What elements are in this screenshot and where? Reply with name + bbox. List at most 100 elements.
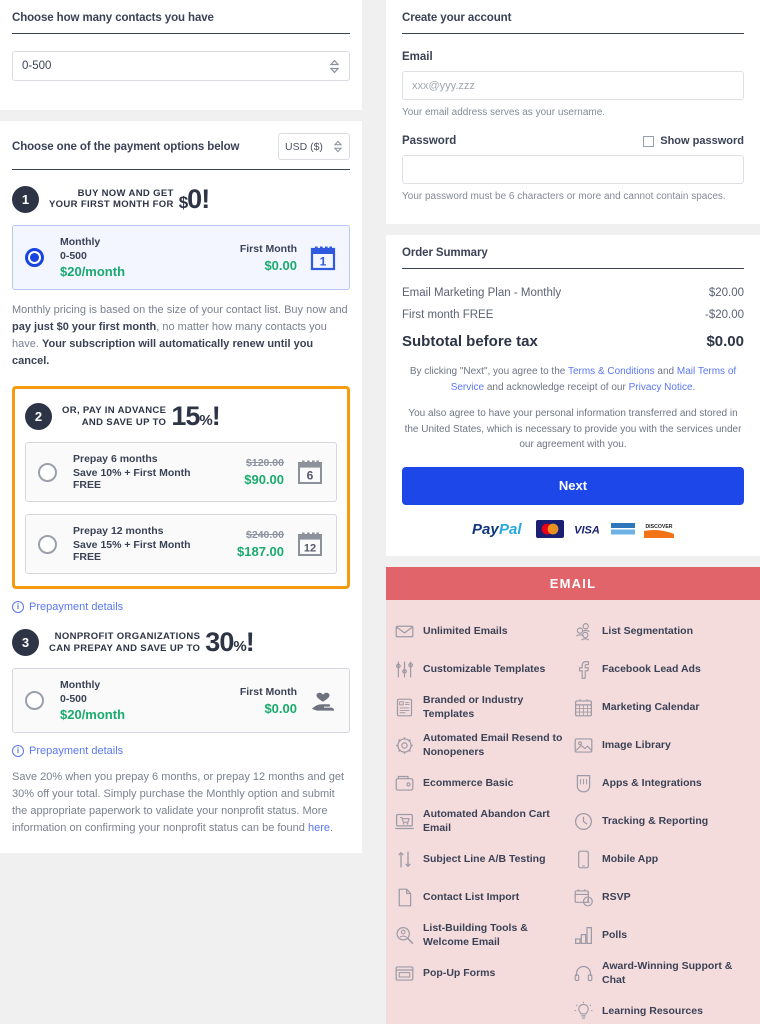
feature-label: Polls <box>602 928 628 941</box>
calendar-12-icon: 12 <box>296 530 324 558</box>
plan-row-monthly[interactable]: Monthly 0-500 $20/month First Month $0.0… <box>12 225 350 290</box>
plan-nonprofit-right: First Month $0.00 <box>231 686 297 716</box>
option-3-bang: ! <box>245 626 255 657</box>
plan-nonprofit-title: Monthly <box>60 679 101 692</box>
show-password-label: Show password <box>660 135 744 147</box>
feature-label: Facebook Lead Ads <box>602 662 701 675</box>
option-1-note-part1: Monthly pricing is based on the size of … <box>12 304 348 316</box>
feature-label: Automated Abandon Cart Email <box>423 808 550 834</box>
option-3-note-end: . <box>329 822 334 835</box>
plan-prepay-6-details: Prepay 6 months Save 10% + First Month F… <box>73 453 218 491</box>
plan-row-nonprofit-monthly[interactable]: Monthly 0-500 $20/month First Month $0.0… <box>12 668 350 734</box>
nonprofit-here-link[interactable]: here <box>308 822 330 834</box>
calendar-grid-icon <box>573 697 594 718</box>
envelope-icon <box>394 621 415 642</box>
option-2-header: 2 OR, PAY IN ADVANCE AND SAVE UP TO 15%! <box>25 403 337 431</box>
plan-prepay-6-now: $90.00 <box>244 472 284 488</box>
plan-radio-prepay-12[interactable] <box>38 534 57 554</box>
svg-text:6: 6 <box>307 469 314 483</box>
prepayment-details-link-2[interactable]: i Prepayment details <box>12 745 350 758</box>
plan-prepay-12-details: Prepay 12 months Save 15% + First Month … <box>73 525 218 563</box>
order-summary-panel: Order Summary Email Marketing Plan - Mon… <box>386 235 760 556</box>
option-1-line1: BUY NOW AND GET <box>77 187 174 199</box>
show-password-checkbox[interactable] <box>643 135 655 147</box>
feature-label: Unlimited Emails <box>423 624 508 637</box>
show-password-toggle[interactable]: Show password <box>643 135 744 147</box>
order-subtotal-amount: $0.00 <box>706 333 744 350</box>
headset-icon <box>573 963 594 984</box>
plan-row-prepay-12[interactable]: Prepay 12 months Save 15% + First Month … <box>25 514 337 575</box>
plan-monthly-first-month-amount: $0.00 <box>264 257 297 273</box>
lightbulb-icon <box>573 1001 594 1022</box>
gear-icon <box>394 735 415 756</box>
option-1-lines: BUY NOW AND GET YOUR FIRST MONTH FOR <box>49 188 174 212</box>
privacy-notice-link[interactable]: Privacy Notice <box>629 382 693 393</box>
plan-radio-monthly[interactable] <box>25 248 44 267</box>
ab-arrows-icon <box>394 849 415 870</box>
plan-monthly-price: $20/month <box>60 264 126 279</box>
email-field[interactable] <box>402 71 744 100</box>
order-line-amount: -$20.00 <box>704 309 744 321</box>
visa-logo: VISA <box>572 520 602 537</box>
feature-label: Pop-Up Forms <box>423 966 496 979</box>
plan-monthly-right: First Month $0.00 <box>231 243 297 273</box>
plan-prepay-12-title: Prepay 12 months <box>73 525 164 538</box>
magnifier-person-icon <box>394 925 415 946</box>
feature-label: List-Building Tools & Welcome Email <box>423 922 528 948</box>
chevron-updown-icon <box>333 140 343 153</box>
payment-options-panel: Choose one of the payment options below … <box>0 121 362 854</box>
feature-item: Learning Resources <box>573 993 752 1024</box>
popup-form-icon <box>394 963 415 984</box>
next-button[interactable]: Next <box>402 466 744 505</box>
create-account-panel: Create your account Email Your email add… <box>386 0 760 224</box>
contacts-panel: Choose how many contacts you have 0-500 <box>0 0 362 110</box>
currency-select[interactable]: USD ($) <box>278 133 350 160</box>
terms-conditions-link[interactable]: Terms & Conditions <box>568 366 655 377</box>
plan-radio-nonprofit[interactable] <box>25 691 44 711</box>
order-line-item: Email Marketing Plan - Monthly $20.00 <box>402 287 744 299</box>
mastercard-logo <box>536 519 564 538</box>
option-3-line1: NONPROFIT ORGANIZATIONS <box>54 630 201 642</box>
option-1-note-bold2: Your subscription will automatically ren… <box>12 338 314 368</box>
feature-label: Automated Email Resend to Nonopeners <box>423 732 563 758</box>
prepayment-details-link-1[interactable]: i Prepayment details <box>12 601 350 614</box>
option-3-header: 3 NONPROFIT ORGANIZATIONS CAN PREPAY AND… <box>12 626 350 657</box>
prepayment-details-label-1: Prepayment details <box>29 601 124 614</box>
feature-label: Contact List Import <box>423 890 520 903</box>
feature-item: Pop-Up Forms <box>394 955 573 993</box>
plan-prepay-6-subtitle: Save 10% + First Month FREE <box>73 467 191 492</box>
password-field[interactable] <box>402 155 744 184</box>
feature-label: Branded or Industry Templates <box>423 694 524 720</box>
option-1-title: BUY NOW AND GET YOUR FIRST MONTH FOR $0! <box>49 185 210 213</box>
feature-label: Award-Winning Support & Chat <box>602 960 733 986</box>
feature-item: Branded or Industry Templates <box>394 689 573 727</box>
feature-item: Unlimited Emails <box>394 613 573 651</box>
option-3-line2: CAN PREPAY AND SAVE UP TO <box>49 642 201 654</box>
order-line-item: First month FREE -$20.00 <box>402 309 744 321</box>
email-helper: Your email address serves as your userna… <box>402 107 606 118</box>
image-icon <box>573 735 594 756</box>
account-heading: Create your account <box>402 12 744 34</box>
mobile-icon <box>573 849 594 870</box>
plan-row-prepay-6[interactable]: Prepay 6 months Save 10% + First Month F… <box>25 442 337 503</box>
contacts-select[interactable]: 0-500 <box>12 51 350 81</box>
feature-item: Ecommerce Basic <box>394 765 573 803</box>
plan-radio-prepay-6[interactable] <box>38 462 57 482</box>
option-1-line2: YOUR FIRST MONTH FOR <box>49 199 174 211</box>
people-group-icon <box>573 621 594 642</box>
option-3-lines: NONPROFIT ORGANIZATIONS CAN PREPAY AND S… <box>49 631 200 655</box>
plan-monthly-range: 0-500 <box>60 250 87 262</box>
feature-label: Customizable Templates <box>423 662 546 675</box>
heart-in-hand-icon <box>309 687 337 715</box>
option-2-lines: OR, PAY IN ADVANCE AND SAVE UP TO <box>62 405 166 429</box>
features-column-right: List Segmentation Facebook Lead Ads Mark… <box>573 613 752 1024</box>
option-3-note: Save 20% when you prepay 6 months, or pr… <box>12 769 350 837</box>
amex-logo <box>610 519 636 538</box>
right-column: Create your account Email Your email add… <box>386 0 760 1024</box>
info-icon: i <box>12 745 24 758</box>
svg-text:Pal: Pal <box>499 521 522 537</box>
feature-item: Polls <box>573 917 752 955</box>
feature-label: Tracking & Reporting <box>602 814 709 827</box>
email-label: Email <box>402 51 433 63</box>
option-1-note: Monthly pricing is based on the size of … <box>12 302 350 370</box>
